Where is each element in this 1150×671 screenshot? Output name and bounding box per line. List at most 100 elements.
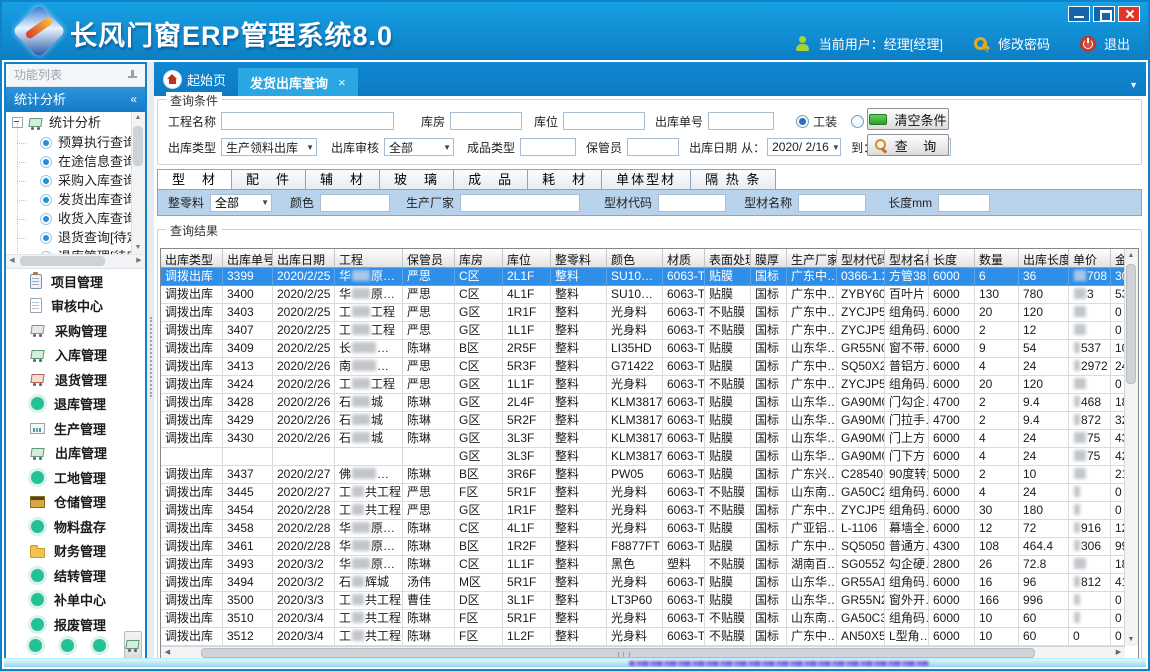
- sidebar-item-采购管理[interactable]: 采购管理: [6, 318, 145, 343]
- column-header[interactable]: 材质: [663, 249, 705, 267]
- column-header[interactable]: 保管员: [403, 249, 455, 267]
- search-button[interactable]: 查 询: [867, 134, 949, 156]
- table-row[interactable]: 调拨出库34612020/2/28华原…陈琳B区1R2F整料F8877FT606…: [161, 538, 1125, 556]
- tree-item[interactable]: 退库管理[待定]: [6, 247, 145, 255]
- radio-gongzhuang[interactable]: [796, 115, 809, 128]
- pin-icon[interactable]: [128, 70, 137, 80]
- tree-vertical-scrollbar[interactable]: ▲ ▼: [131, 112, 145, 254]
- tree-item[interactable]: 预算执行查询: [6, 133, 145, 152]
- table-row[interactable]: 调拨出库35122020/3/4工共工程陈琳F区1L2F整料光身料6063-T5…: [161, 628, 1125, 646]
- color-input[interactable]: [320, 194, 390, 212]
- table-row[interactable]: 调拨出库34942020/3/2石辉城汤伟M区5R1F整料光身料6063-T5贴…: [161, 574, 1125, 592]
- sidebar-item-仓储管理[interactable]: 仓储管理: [6, 490, 145, 515]
- column-header[interactable]: 颜色: [607, 249, 663, 267]
- keeper-input[interactable]: [627, 138, 679, 156]
- collapse-icon[interactable]: «: [130, 87, 137, 112]
- material-tab[interactable]: 型 材: [157, 169, 232, 190]
- scroll-thumb[interactable]: [20, 256, 105, 266]
- column-header[interactable]: 工程: [335, 249, 403, 267]
- warehouse-input[interactable]: [450, 112, 522, 130]
- sidebar-item-审核中心[interactable]: 审核中心: [6, 294, 145, 319]
- table-row[interactable]: 调拨出库34072020/2/25工工程严思G区1L1F整料光身料6063-T5…: [161, 322, 1125, 340]
- tree-horizontal-scrollbar[interactable]: ◀ ▶: [6, 255, 145, 269]
- sidebar-item-财务管理[interactable]: 财务管理: [6, 539, 145, 564]
- column-header[interactable]: 生产厂家: [787, 249, 837, 267]
- clear-conditions-button[interactable]: 清空条件: [867, 108, 949, 130]
- table-row[interactable]: 调拨出库34282020/2/26石城陈琳G区2L4F整料KLM38176063…: [161, 394, 1125, 412]
- table-row[interactable]: G区3L3F整料KLM38176063-T5贴膜国标山东华…GA90M09…门下…: [161, 448, 1125, 466]
- out-type-select[interactable]: 生产领料出库▼: [221, 138, 317, 156]
- table-row[interactable]: 调拨出库34932020/3/2华原…陈琳C区1L1F整料黑色塑料不贴膜国标湖南…: [161, 556, 1125, 574]
- tree-item[interactable]: 采购入库查询: [6, 171, 145, 190]
- scroll-up-icon[interactable]: ▲: [132, 112, 144, 124]
- scroll-down-icon[interactable]: ▼: [1125, 633, 1137, 646]
- logout-link[interactable]: 退出: [1104, 34, 1130, 53]
- material-tab[interactable]: 隔 热 条: [691, 169, 776, 190]
- sidebar-item-物料盘存[interactable]: 物料盘存: [6, 514, 145, 539]
- module-dot-icon[interactable]: [93, 639, 106, 652]
- tab-list-dropdown-icon[interactable]: ▼: [1129, 80, 1138, 90]
- sidebar-item-退库管理[interactable]: 退库管理: [6, 392, 145, 417]
- module-dot-icon[interactable]: [61, 639, 74, 652]
- minimize-button[interactable]: [1068, 6, 1090, 22]
- column-header[interactable]: 长度: [929, 249, 975, 267]
- location-input[interactable]: [563, 112, 645, 130]
- manufacturer-input[interactable]: [460, 194, 580, 212]
- sidebar-item-入库管理[interactable]: 入库管理: [6, 343, 145, 368]
- scroll-thumb[interactable]: [133, 126, 143, 166]
- table-row[interactable]: 调拨出库34242020/2/26工工程严思G区1L1F整料光身料6063-T5…: [161, 376, 1125, 394]
- close-button[interactable]: [1118, 6, 1140, 22]
- column-header[interactable]: 库房: [455, 249, 503, 267]
- column-header[interactable]: 出库类型: [161, 249, 223, 267]
- module-dot-icon[interactable]: [29, 639, 42, 652]
- sidebar-item-项目管理[interactable]: 项目管理: [6, 269, 145, 294]
- column-header[interactable]: 出库长度: [1019, 249, 1069, 267]
- table-row[interactable]: 调拨出库34132020/2/26南…严思C区5R3F整料G714226063-…: [161, 358, 1125, 376]
- column-header[interactable]: 出库日期: [273, 249, 335, 267]
- material-tab[interactable]: 辅 材: [306, 169, 380, 190]
- sidebar-section-header[interactable]: 统计分析 «: [6, 87, 145, 112]
- material-tab[interactable]: 配 件: [232, 169, 306, 190]
- table-row[interactable]: 调拨出库34452020/2/27工共工程严思F区5R1F整料光身料6063-T…: [161, 484, 1125, 502]
- whole-part-select[interactable]: 全部▼: [210, 194, 272, 212]
- column-header[interactable]: 型材名称: [885, 249, 929, 267]
- table-row[interactable]: 调拨出库34302020/2/26石城陈琳G区3L3F整料KLM38176063…: [161, 430, 1125, 448]
- column-header[interactable]: 膜厚: [751, 249, 787, 267]
- material-tab[interactable]: 玻 璃: [380, 169, 454, 190]
- scroll-thumb[interactable]: [201, 648, 1035, 658]
- table-row[interactable]: 调拨出库34542020/2/28工共工程严思G区1R1F整料光身料6063-T…: [161, 502, 1125, 520]
- table-row[interactable]: 调拨出库34372020/2/27佛…陈琳B区3R6F整料PW056063-T5…: [161, 466, 1125, 484]
- audit-select[interactable]: 全部▼: [384, 138, 454, 156]
- table-vertical-scrollbar[interactable]: ▲ ▼: [1124, 249, 1138, 646]
- order-no-input[interactable]: [708, 112, 774, 130]
- table-row[interactable]: 调拨出库35102020/3/4工共工程陈琳F区5R1F整料光身料6063-T5…: [161, 610, 1125, 628]
- scroll-down-icon[interactable]: ▼: [132, 242, 144, 254]
- length-input[interactable]: [938, 194, 990, 212]
- sidebar-item-工地管理[interactable]: 工地管理: [6, 465, 145, 490]
- profile-code-input[interactable]: [658, 194, 726, 212]
- table-row[interactable]: 调拨出库33992020/2/25华原…严思C区2L1F整料SU10…6063-…: [161, 268, 1125, 286]
- column-header[interactable]: 表面处理: [705, 249, 751, 267]
- scroll-left-icon[interactable]: ◀: [6, 255, 18, 267]
- column-header[interactable]: 数量: [975, 249, 1019, 267]
- sidebar-item-生产管理[interactable]: 生产管理: [6, 416, 145, 441]
- table-row[interactable]: 调拨出库34002020/2/25华原…严思C区4L1F整料SU10…6063-…: [161, 286, 1125, 304]
- sidebar-item-出库管理[interactable]: 出库管理: [6, 441, 145, 466]
- profile-name-input[interactable]: [798, 194, 866, 212]
- change-password-link[interactable]: 修改密码: [998, 34, 1050, 53]
- scroll-up-icon[interactable]: ▲: [1125, 249, 1137, 262]
- module-cart-button[interactable]: [124, 631, 142, 659]
- date-from-select[interactable]: 2020/ 2/16▼: [767, 138, 841, 156]
- table-row[interactable]: 调拨出库34582020/2/28华原…陈琳C区4L1F整料光身料6063-T5…: [161, 520, 1125, 538]
- tab-close-icon[interactable]: ×: [338, 75, 346, 90]
- column-header[interactable]: 单价: [1069, 249, 1111, 267]
- material-tab[interactable]: 单体型材: [602, 169, 691, 190]
- table-row[interactable]: 调拨出库35002020/3/3工共工程曹佳D区3L1F整料LT3P606063…: [161, 592, 1125, 610]
- tree-item[interactable]: 发货出库查询: [6, 190, 145, 209]
- material-tab[interactable]: 耗 材: [528, 169, 602, 190]
- column-header[interactable]: 库位: [503, 249, 551, 267]
- project-name-input[interactable]: [221, 112, 394, 130]
- sidebar-item-补单中心[interactable]: 补单中心: [6, 588, 145, 613]
- sidebar-item-退货管理[interactable]: 退货管理: [6, 367, 145, 392]
- product-type-input[interactable]: [520, 138, 576, 156]
